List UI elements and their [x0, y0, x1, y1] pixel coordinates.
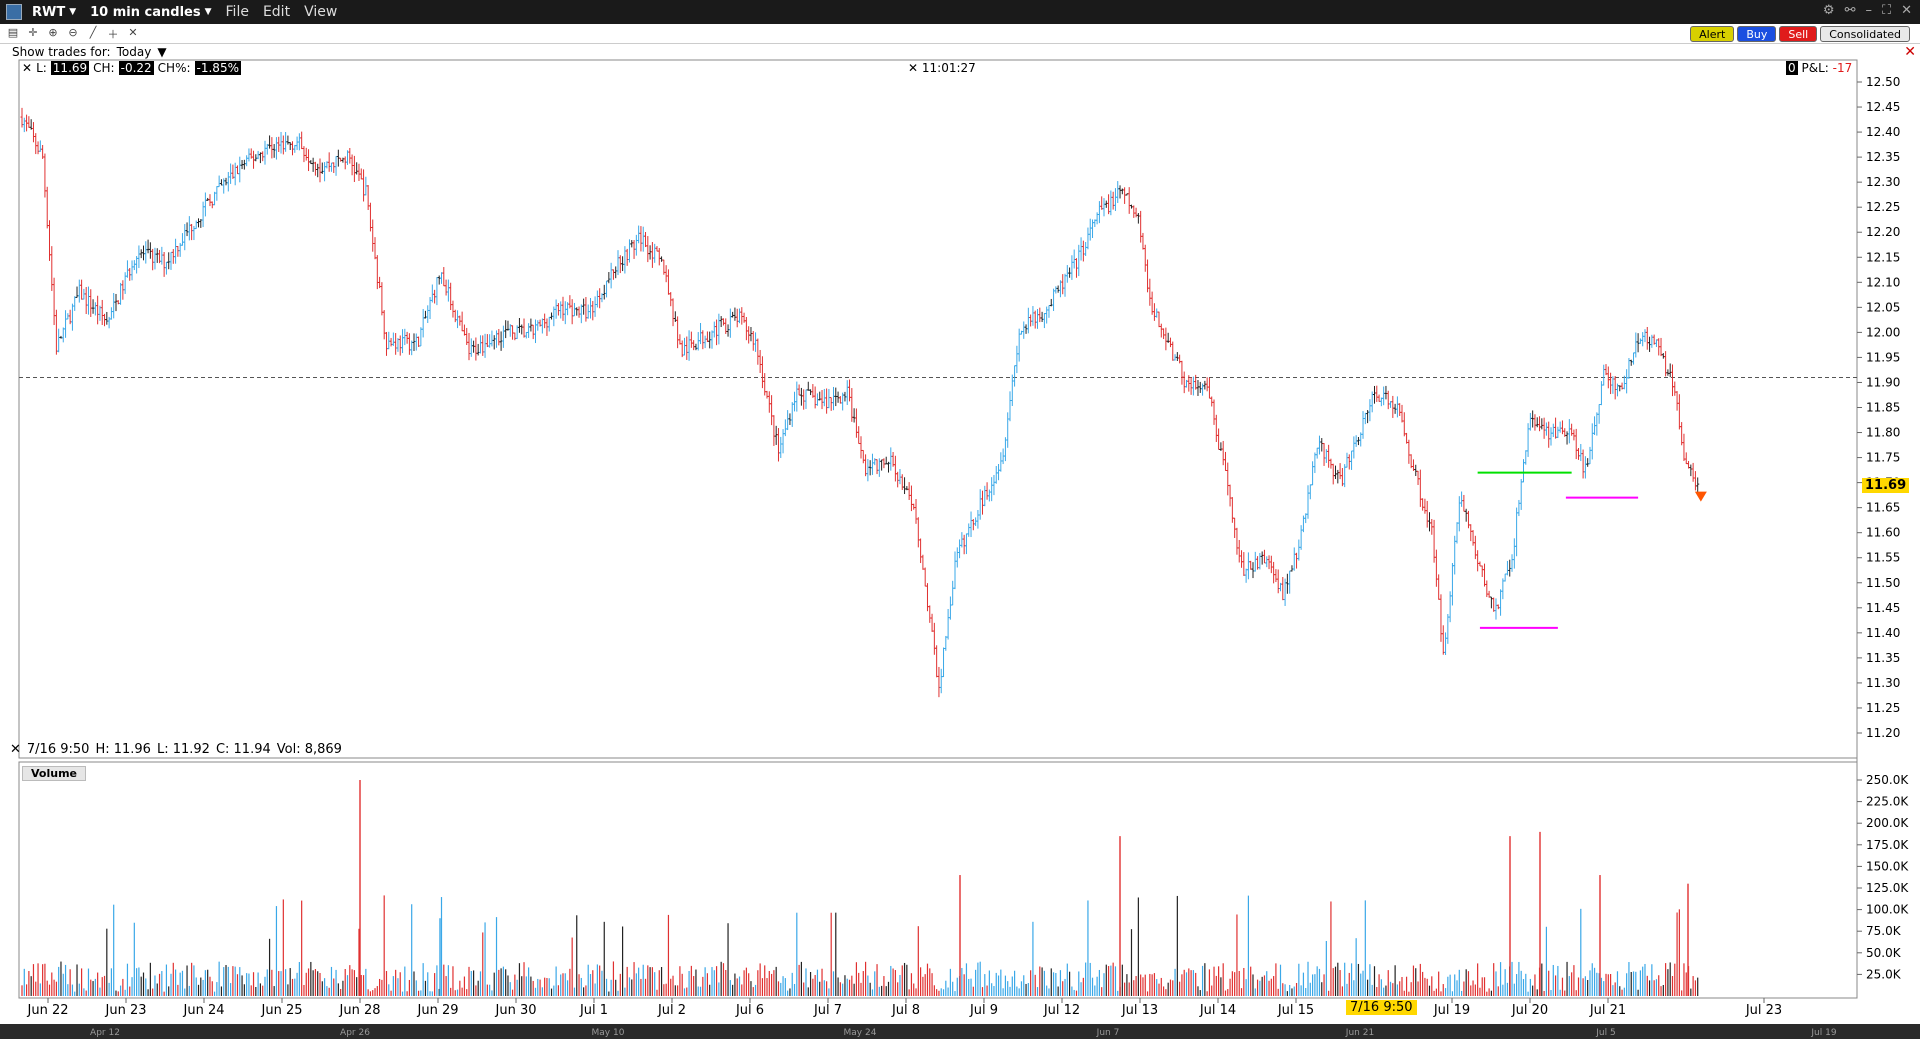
- price-tick-label: 11.65: [1866, 501, 1900, 515]
- volume-tick-label: 200.0K: [1866, 816, 1909, 830]
- price-tick-label: 12.30: [1866, 175, 1900, 189]
- price-tick-label: 11.75: [1866, 451, 1900, 465]
- date-tick-label: Jun 29: [417, 1003, 459, 1018]
- overview-tick-label: Jun 21: [1345, 1028, 1374, 1038]
- date-tick-label: Jul 7: [813, 1003, 842, 1018]
- overview-tick-label: Jun 7: [1096, 1028, 1120, 1038]
- price-tick-label: 11.90: [1866, 375, 1900, 389]
- volume-tick-label: 175.0K: [1866, 838, 1909, 852]
- overview-tick-label: Apr 12: [90, 1028, 120, 1038]
- price-tick-label: 12.00: [1866, 325, 1900, 339]
- overview-tick-label: Jul 19: [1810, 1028, 1836, 1038]
- price-panel-frame: [18, 59, 1858, 759]
- price-tick-label: 11.45: [1866, 601, 1900, 615]
- date-tick-label: Jun 23: [105, 1003, 147, 1018]
- clock-time: 11:01:27: [921, 61, 976, 75]
- overview-tick-label: Jul 5: [1595, 1028, 1615, 1038]
- pnl-value: -17: [1832, 61, 1853, 75]
- date-tick-label: Jun 24: [183, 1003, 225, 1018]
- price-header: ✕ L: 11.69 CH: -0.22 CH%: -1.85%: [22, 61, 241, 75]
- x-hover-tag: 7/16 9:50: [1346, 1000, 1417, 1015]
- overview-tick-label: May 10: [592, 1028, 625, 1038]
- price-tick-label: 12.35: [1866, 150, 1900, 164]
- date-tick-label: Jul 2: [657, 1003, 686, 1018]
- last-label: L:: [36, 61, 47, 75]
- position-value: 0: [1786, 61, 1798, 75]
- close-icon[interactable]: ✕: [908, 61, 918, 75]
- date-tick-label: Jul 20: [1511, 1003, 1548, 1018]
- date-tick-label: Jun 30: [495, 1003, 537, 1018]
- volume-tick-label: 25.0K: [1866, 967, 1902, 981]
- price-tick-label: 12.10: [1866, 275, 1900, 289]
- bar-info: ✕ 7/16 9:50 H: 11.96 L: 11.92 C: 11.94 V…: [10, 742, 342, 757]
- price-tick-label: 11.40: [1866, 626, 1900, 640]
- price-tick-label: 11.80: [1866, 426, 1900, 440]
- price-tick-label: 11.85: [1866, 401, 1900, 415]
- chart-window: RWT ▼ 10 min candles ▼ File Edit View ⚙ …: [0, 0, 1920, 1039]
- volume-tick-label: 150.0K: [1866, 859, 1909, 873]
- volume-tick-label: 50.0K: [1866, 946, 1902, 960]
- price-tick-label: 12.40: [1866, 125, 1900, 139]
- date-tick-label: Jul 6: [735, 1003, 764, 1018]
- volume-panel-label: Volume: [22, 766, 86, 781]
- close-icon[interactable]: ✕: [10, 742, 21, 757]
- close-icon[interactable]: ✕: [22, 61, 32, 75]
- price-tick-label: 11.20: [1866, 726, 1900, 740]
- price-tick-label: 12.05: [1866, 300, 1900, 314]
- date-tick-label: Jul 19: [1433, 1003, 1470, 1018]
- price-tick-label: 12.20: [1866, 225, 1900, 239]
- price-tick-label: 12.15: [1866, 250, 1900, 264]
- date-tick-label: Jul 15: [1277, 1003, 1314, 1018]
- price-tick-label: 12.25: [1866, 200, 1900, 214]
- volume-tick-label: 75.0K: [1866, 924, 1902, 938]
- price-tick-label: 11.60: [1866, 526, 1900, 540]
- change-pct-value: -1.85%: [194, 61, 241, 75]
- date-tick-label: Jul 23: [1745, 1003, 1782, 1018]
- date-tick-label: Jul 14: [1199, 1003, 1236, 1018]
- price-tick-label: 11.95: [1866, 350, 1900, 364]
- bar-low: L: 11.92: [156, 742, 210, 757]
- bar-date: 7/16 9:50: [26, 742, 90, 757]
- date-tick-label: Jul 21: [1589, 1003, 1626, 1018]
- date-tick-label: Jun 22: [27, 1003, 69, 1018]
- pnl-label: P&L:: [1801, 61, 1829, 75]
- date-tick-label: Jul 13: [1121, 1003, 1158, 1018]
- date-tick-label: Jun 25: [261, 1003, 303, 1018]
- volume-tick-label: 250.0K: [1866, 773, 1909, 787]
- date-tick-label: Jul 9: [969, 1003, 998, 1018]
- overview-tick-label: Apr 26: [340, 1028, 370, 1038]
- current-price-tag: 11.69: [1862, 478, 1910, 493]
- price-tick-label: 11.35: [1866, 651, 1900, 665]
- clock: ✕ 11:01:27: [908, 61, 976, 75]
- last-trade-marker: [1694, 491, 1707, 502]
- date-tick-label: Jul 12: [1043, 1003, 1080, 1018]
- change-label: CH:: [93, 61, 115, 75]
- date-tick-label: Jul 8: [891, 1003, 920, 1018]
- bar-close: C: 11.94: [215, 742, 271, 757]
- bar-volume: Vol: 8,869: [276, 742, 342, 757]
- bar-high: H: 11.96: [95, 742, 151, 757]
- price-tick-label: 11.50: [1866, 576, 1900, 590]
- change-value: -0.22: [118, 61, 154, 75]
- date-tick-label: Jun 28: [339, 1003, 381, 1018]
- price-tick-label: 11.55: [1866, 551, 1900, 565]
- last-value: 11.69: [50, 61, 90, 75]
- price-tick-label: 12.45: [1866, 100, 1900, 114]
- date-tick-label: Jul 1: [579, 1003, 608, 1018]
- overview-strip: [0, 1024, 1920, 1039]
- volume-tick-label: 100.0K: [1866, 903, 1909, 917]
- chart-canvas[interactable]: 12.50 12.45 12.40 12.35 12.30 12.25 12.20 12.15…: [0, 0, 1920, 1039]
- volume-tick-label: 125.0K: [1866, 881, 1909, 895]
- price-tick-label: 12.50: [1866, 75, 1900, 89]
- price-tick-label: 11.30: [1866, 676, 1900, 690]
- volume-tick-label: 225.0K: [1866, 795, 1909, 809]
- change-pct-label: CH%:: [157, 61, 191, 75]
- overview-tick-label: May 24: [844, 1028, 877, 1038]
- pnl-readout: 0 P&L: -17: [1786, 61, 1852, 75]
- price-tick-label: 11.25: [1866, 701, 1900, 715]
